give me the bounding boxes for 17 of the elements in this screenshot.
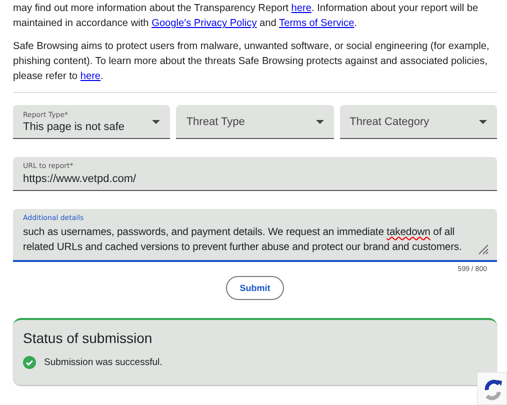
status-title: Status of submission	[23, 330, 154, 346]
dropdown-field[interactable]: Threat Type	[176, 105, 334, 139]
recaptcha-icon[interactable]	[477, 372, 507, 405]
check-circle-icon	[23, 356, 36, 369]
status-message: Submission was successful.	[44, 357, 162, 368]
caret-icon	[316, 120, 324, 124]
link[interactable]: Google's Privacy Policy	[152, 18, 257, 29]
caret-icon	[152, 120, 160, 124]
submit-button[interactable]: Submit	[226, 276, 284, 300]
caret-icon	[478, 120, 487, 124]
link[interactable]: here	[291, 3, 312, 14]
intro-paragraph: may find out more information about the Transparency Report here. Information about your report will be maintained in accordance with Google's Privacy Policy and Terms of Service.	[13, 2, 480, 31]
resize-grip-icon[interactable]	[477, 243, 489, 255]
dropdown-field[interactable]: Threat Category	[340, 105, 497, 139]
link[interactable]: here	[80, 71, 101, 82]
intro-paragraph: Safe Browsing aims to protect users from malware, unwanted software, or social engineering (for example, phishing content). To learn more about the threats Safe Browsing protects against and associated policies, please refer to here.	[13, 40, 490, 84]
link[interactable]: Terms of Service	[279, 18, 354, 29]
